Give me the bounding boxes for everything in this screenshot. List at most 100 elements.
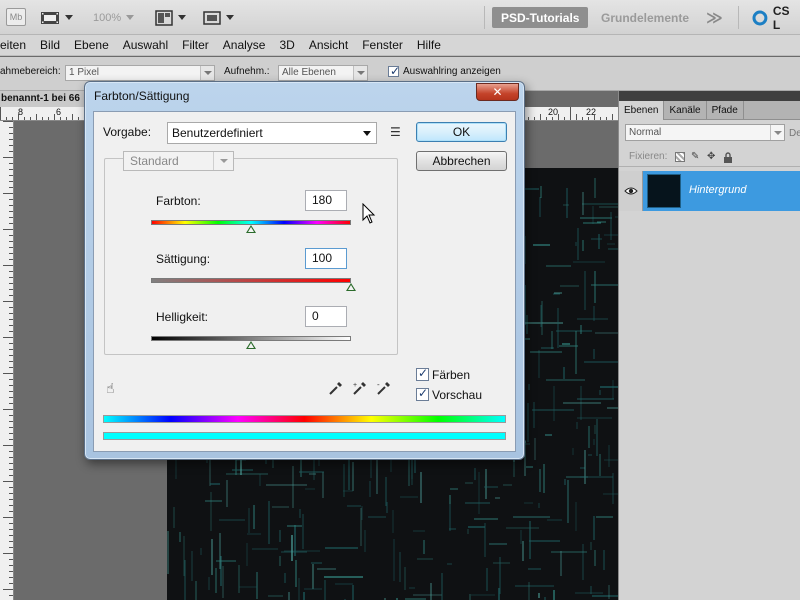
ruler-tick bbox=[9, 307, 13, 308]
sample-layers-select[interactable]: Alle Ebenen bbox=[278, 65, 368, 81]
on-image-adjust-icon[interactable]: ☝ bbox=[106, 380, 115, 397]
lock-pixels-icon[interactable]: ✎ bbox=[691, 152, 701, 162]
preset-options-icon[interactable]: ☰ bbox=[390, 125, 401, 139]
ruler-tick bbox=[612, 114, 613, 120]
ruler-tick bbox=[3, 157, 13, 158]
colorize-checkbox[interactable] bbox=[416, 366, 429, 381]
ruler-tick bbox=[9, 241, 13, 242]
menu-analyse[interactable]: Analyse bbox=[216, 38, 273, 52]
menu-ansicht[interactable]: Ansicht bbox=[302, 38, 355, 52]
ruler-tick bbox=[9, 535, 13, 536]
hue-input[interactable]: 180 bbox=[305, 190, 347, 211]
menu-filter[interactable]: Filter bbox=[175, 38, 216, 52]
layers-panel: Ebenen Kanäle Pfade Normal De Fixieren: … bbox=[618, 91, 800, 600]
eyedropper-plus-icon[interactable]: + bbox=[352, 380, 368, 396]
menu-bearbeiten[interactable]: eiten bbox=[0, 38, 33, 52]
eyedropper-minus-icon[interactable]: - bbox=[376, 380, 392, 396]
arrange-documents-button[interactable] bbox=[155, 7, 186, 28]
ok-button[interactable]: OK bbox=[416, 122, 507, 142]
more-workspaces-label: ≫ bbox=[706, 9, 723, 27]
cancel-button[interactable]: Abbrechen bbox=[416, 151, 507, 171]
menu-ebene[interactable]: Ebene bbox=[67, 38, 116, 52]
ruler-tick bbox=[54, 114, 55, 120]
ruler-tick bbox=[3, 301, 13, 302]
show-ring-checkbox[interactable] bbox=[388, 64, 400, 78]
mouse-cursor-icon bbox=[362, 203, 376, 224]
sample-size-label: ahmebereich: bbox=[0, 66, 61, 77]
ruler-tick bbox=[9, 277, 13, 278]
workspace-grundelemente[interactable]: Grundelemente bbox=[592, 7, 698, 28]
separator bbox=[738, 6, 739, 29]
channel-select[interactable]: Standard bbox=[123, 151, 234, 171]
ruler-tick bbox=[9, 289, 13, 290]
ruler-tick bbox=[9, 493, 13, 494]
eyedropper-icon[interactable] bbox=[328, 380, 344, 396]
adjustment-group bbox=[104, 158, 398, 355]
mini-bridge-label: Mb bbox=[9, 12, 23, 22]
ruler-tick bbox=[9, 595, 13, 596]
preview-label: Vorschau bbox=[432, 388, 483, 402]
blend-mode-value: Normal bbox=[629, 127, 662, 138]
preview-checkbox[interactable] bbox=[416, 386, 429, 401]
lightness-input[interactable]: 0 bbox=[305, 306, 347, 327]
ruler-tick bbox=[36, 114, 37, 120]
menu-fenster[interactable]: Fenster bbox=[355, 38, 410, 52]
ruler-tick bbox=[9, 499, 13, 500]
ruler-tick bbox=[3, 337, 13, 338]
ruler-tick bbox=[588, 117, 589, 120]
ruler-tick bbox=[6, 117, 7, 120]
lock-transparency-icon[interactable] bbox=[675, 152, 685, 162]
dialog-title: Farbton/Sättigung bbox=[94, 89, 190, 103]
close-button[interactable]: ✕ bbox=[476, 83, 519, 101]
ruler-tick bbox=[9, 487, 13, 488]
ruler-tick bbox=[9, 325, 13, 326]
lock-label: Fixieren: bbox=[629, 151, 668, 162]
cs-live-button[interactable]: CS L bbox=[752, 4, 800, 32]
tab-pfade[interactable]: Pfade bbox=[707, 101, 744, 120]
channel-value: Standard bbox=[130, 154, 179, 168]
layer-visibility-toggle[interactable] bbox=[619, 171, 643, 211]
lock-all-icon[interactable] bbox=[723, 152, 733, 163]
lock-position-icon[interactable]: ✥ bbox=[707, 152, 717, 162]
eye-icon bbox=[624, 187, 638, 195]
ruler-tick bbox=[3, 373, 13, 374]
menu-3d[interactable]: 3D bbox=[272, 38, 301, 52]
zoom-level-select[interactable]: 100% bbox=[93, 7, 135, 28]
preset-select[interactable]: Benutzerdefiniert bbox=[167, 122, 377, 144]
ruler-tick bbox=[3, 481, 13, 482]
tab-kanaele[interactable]: Kanäle bbox=[664, 101, 707, 120]
saturation-input[interactable]: 100 bbox=[305, 248, 347, 269]
chevron-down-icon bbox=[178, 15, 186, 20]
screen-mode-select[interactable] bbox=[203, 7, 234, 28]
more-workspaces-icon[interactable]: ≫ bbox=[706, 7, 723, 28]
workspace-psd-tutorials[interactable]: PSD-Tutorials bbox=[492, 7, 589, 28]
ruler-tick bbox=[570, 107, 571, 120]
lock-row: Fixieren: ✎ ✥ bbox=[619, 146, 800, 167]
document-title: benannt-1 bei 66 bbox=[1, 93, 80, 104]
tab-ebenen[interactable]: Ebenen bbox=[619, 101, 665, 120]
saturation-slider-track[interactable] bbox=[151, 278, 351, 283]
layer-row[interactable]: Hintergrund bbox=[619, 171, 800, 211]
cancel-label: Abbrechen bbox=[432, 154, 491, 168]
ruler-tick bbox=[9, 571, 13, 572]
sample-size-select[interactable]: 1 Pixel bbox=[65, 65, 215, 81]
ruler-tick bbox=[3, 193, 13, 194]
menu-hilfe[interactable]: Hilfe bbox=[410, 38, 448, 52]
ruler-tick bbox=[558, 114, 559, 120]
panel-header-strip bbox=[619, 91, 800, 101]
menu-auswahl[interactable]: Auswahl bbox=[116, 38, 175, 52]
ruler-tick bbox=[9, 319, 13, 320]
ruler-tick bbox=[42, 117, 43, 120]
ruler-tick bbox=[576, 114, 577, 120]
ruler-tick bbox=[30, 117, 31, 120]
menu-bild[interactable]: Bild bbox=[33, 38, 67, 52]
ruler-tick bbox=[9, 367, 13, 368]
lightness-value: 0 bbox=[312, 309, 319, 323]
ruler-tick bbox=[606, 117, 607, 120]
ruler-tick bbox=[48, 117, 49, 120]
screen-mode-button[interactable] bbox=[40, 7, 73, 28]
blend-mode-select[interactable]: Normal bbox=[625, 124, 785, 141]
ruler-tick bbox=[9, 151, 13, 152]
ruler-tick bbox=[9, 127, 13, 128]
mini-bridge-button[interactable]: Mb bbox=[6, 8, 26, 26]
